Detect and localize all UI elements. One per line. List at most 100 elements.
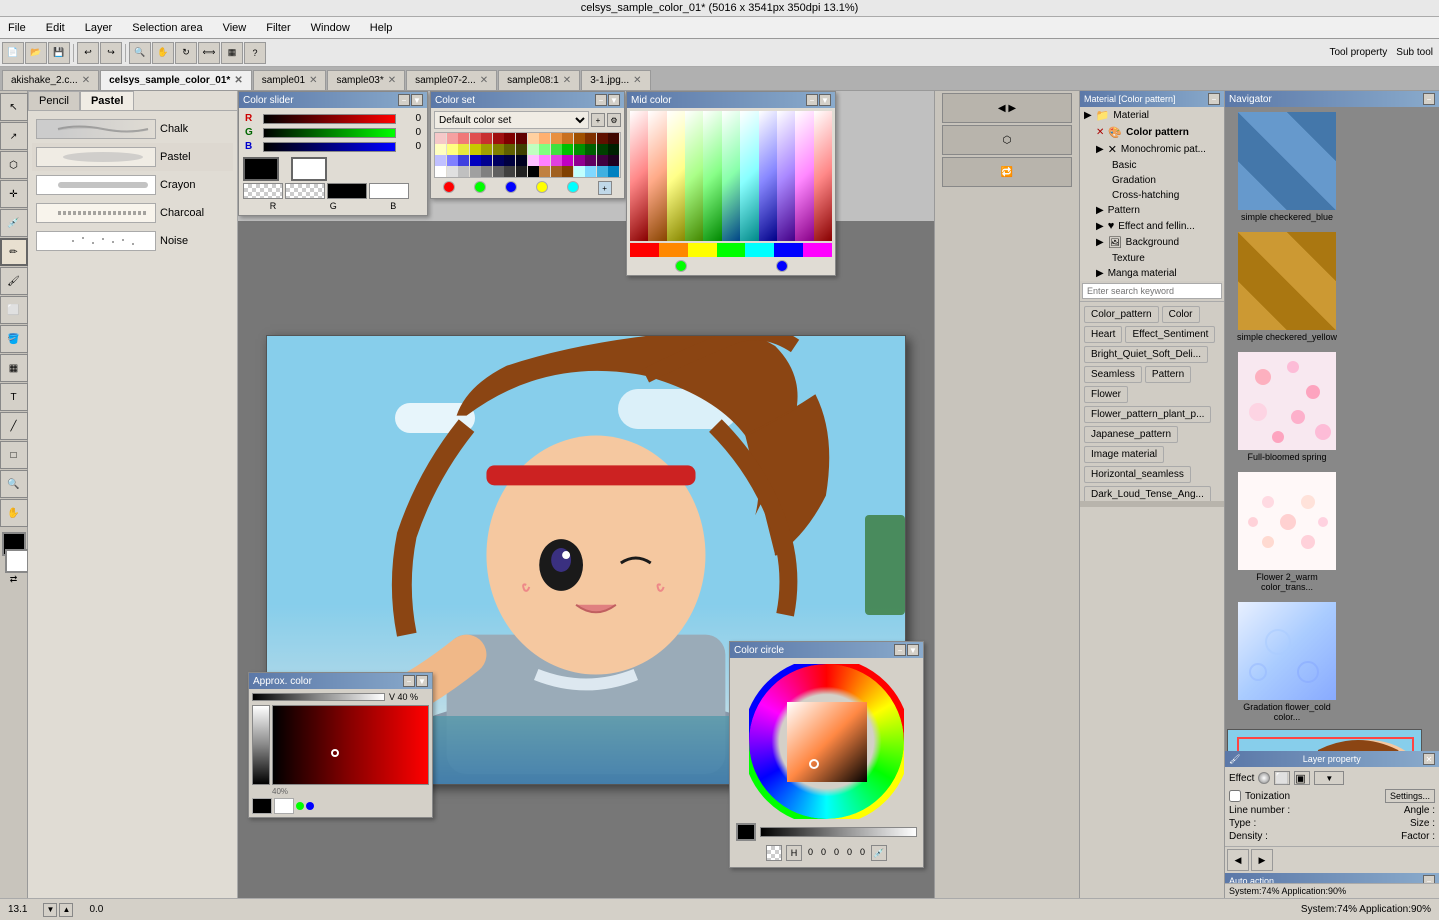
color-cell[interactable] xyxy=(574,155,585,166)
color-cell[interactable] xyxy=(435,144,446,155)
color-set-menu[interactable]: ▼ xyxy=(608,94,620,106)
move-btn[interactable]: ✋ xyxy=(152,42,174,64)
mid-bottom-magenta[interactable] xyxy=(803,243,832,257)
color-cell[interactable] xyxy=(585,144,596,155)
approx-blue-dot[interactable] xyxy=(306,802,314,810)
color-cell[interactable] xyxy=(458,144,469,155)
color-cell[interactable] xyxy=(597,144,608,155)
color-cell[interactable] xyxy=(481,144,492,155)
tab-sample03[interactable]: sample03* ✕ xyxy=(327,70,405,90)
color-cell[interactable] xyxy=(562,133,573,144)
mid-color-menu[interactable]: ▼ xyxy=(819,94,831,106)
color-cell[interactable] xyxy=(597,133,608,144)
menu-window[interactable]: Window xyxy=(307,20,354,36)
tag-color[interactable]: Color xyxy=(1162,306,1200,323)
tab-3-1[interactable]: 3-1.jpg... ✕ xyxy=(581,70,650,90)
color-set-dropdown[interactable]: Default color set xyxy=(434,111,589,129)
color-circle-minimize[interactable]: − xyxy=(894,644,906,656)
tool-eraser[interactable]: ⬜ xyxy=(0,296,28,324)
color-cell[interactable] xyxy=(551,133,562,144)
circle-icon1[interactable]: H xyxy=(786,845,802,861)
background-color[interactable] xyxy=(5,549,29,573)
color-cell[interactable] xyxy=(539,166,550,177)
color-cell[interactable] xyxy=(458,155,469,166)
color-cell[interactable] xyxy=(435,133,446,144)
tree-background[interactable]: ▶ 🖼 Background xyxy=(1080,234,1224,251)
mid-color-cell[interactable] xyxy=(648,111,666,241)
mid-color-cell[interactable] xyxy=(777,111,795,241)
white-swatch[interactable] xyxy=(369,183,409,199)
color-cell[interactable] xyxy=(504,144,515,155)
circle-transparent[interactable] xyxy=(766,845,782,861)
tree-pattern[interactable]: ▶ Pattern xyxy=(1080,203,1224,218)
color-cell[interactable] xyxy=(435,155,446,166)
tab-sample01[interactable]: sample01 ✕ xyxy=(253,70,327,90)
layer-property-titlebar[interactable]: 🖌 Layer property ✕ xyxy=(1225,751,1439,767)
mid-bottom-blue[interactable] xyxy=(774,243,803,257)
tag-effect[interactable]: Effect_Sentiment xyxy=(1125,326,1215,343)
color-cell[interactable] xyxy=(585,133,596,144)
menu-layer[interactable]: Layer xyxy=(81,20,117,36)
tag-flower[interactable]: Flower xyxy=(1084,386,1128,403)
color-cell[interactable] xyxy=(597,155,608,166)
color-cell[interactable] xyxy=(470,155,481,166)
tab-close-3-1[interactable]: ✕ xyxy=(633,75,641,86)
mid-bottom-yellow[interactable] xyxy=(688,243,717,257)
circle-fg-swatch[interactable] xyxy=(736,823,756,841)
tool-select[interactable]: ↖ xyxy=(0,93,28,121)
color-cell[interactable] xyxy=(447,144,458,155)
tool-fill[interactable]: 🪣 xyxy=(0,325,28,353)
color-cell[interactable] xyxy=(481,133,492,144)
color-set-settings[interactable]: ⚙ xyxy=(607,113,621,127)
open-btn[interactable]: 📂 xyxy=(25,42,47,64)
tag-flower-pattern[interactable]: Flower_pattern_plant_p... xyxy=(1084,406,1211,423)
blue-marker[interactable] xyxy=(505,181,517,193)
material-thumb-spring[interactable]: Full-bloomed spring xyxy=(1227,349,1347,465)
color-cell[interactable] xyxy=(458,166,469,177)
navigator-minimize[interactable]: − xyxy=(1423,93,1435,105)
menu-help[interactable]: Help xyxy=(366,20,397,36)
color-picker-area[interactable] xyxy=(272,705,429,785)
color-cell[interactable] xyxy=(493,166,504,177)
mid-bottom-green[interactable] xyxy=(717,243,746,257)
color-cell[interactable] xyxy=(493,133,504,144)
canvas-viewport[interactable]: Approx. color − ▼ V 40 % xyxy=(238,221,934,898)
tree-color-pattern[interactable]: ✕ 🎨 Color pattern xyxy=(1080,124,1224,141)
color-cell[interactable] xyxy=(574,144,585,155)
mid-color-minimize[interactable]: − xyxy=(806,94,818,106)
color-cell[interactable] xyxy=(585,166,596,177)
luminance-strip[interactable] xyxy=(252,705,270,785)
save-btn[interactable]: 💾 xyxy=(48,42,70,64)
color-swap[interactable]: ⇄ xyxy=(10,574,18,585)
navigator-titlebar[interactable]: Navigator − xyxy=(1225,91,1439,107)
material-titlebar[interactable]: Material [Color pattern] − xyxy=(1080,91,1224,107)
color-set-minimize[interactable]: − xyxy=(595,94,607,106)
mid-color-cell[interactable] xyxy=(703,111,721,241)
material-thumb-blue[interactable]: simple checkered_blue xyxy=(1227,109,1347,225)
color-cell[interactable] xyxy=(608,166,619,177)
tree-basic[interactable]: Basic xyxy=(1080,158,1224,173)
color-cell[interactable] xyxy=(481,155,492,166)
color-cell[interactable] xyxy=(528,155,539,166)
tab-sample07[interactable]: sample07-2... ✕ xyxy=(406,70,497,90)
tag-horizontal[interactable]: Horizontal_seamless xyxy=(1084,466,1191,483)
mid-color-cell[interactable] xyxy=(685,111,703,241)
tab-close-sample07[interactable]: ✕ xyxy=(480,75,488,86)
color-cell[interactable] xyxy=(447,166,458,177)
approx-color-minimize[interactable]: − xyxy=(403,675,415,687)
brush-item-noise[interactable]: Noise xyxy=(32,227,233,255)
mid-bottom-cyan[interactable] xyxy=(745,243,774,257)
color-cell[interactable] xyxy=(539,133,550,144)
color-set-titlebar[interactable]: Color set − ▼ xyxy=(431,92,624,108)
effect-dropdown[interactable]: ▼ xyxy=(1314,771,1344,785)
tool-lasso[interactable]: ⬡ xyxy=(0,151,28,179)
color-cell[interactable] xyxy=(528,133,539,144)
color-set-add[interactable]: + xyxy=(591,113,605,127)
material-thumb-yellow[interactable]: simple checkered_yellow xyxy=(1227,229,1347,345)
tool-line[interactable]: ╱ xyxy=(0,412,28,440)
color-cell[interactable] xyxy=(516,144,527,155)
tab-celsys[interactable]: celsys_sample_color_01* ✕ xyxy=(100,70,252,90)
zoom-btn[interactable]: 🔍 xyxy=(129,42,151,64)
color-cell[interactable] xyxy=(562,155,573,166)
green-marker[interactable] xyxy=(474,181,486,193)
